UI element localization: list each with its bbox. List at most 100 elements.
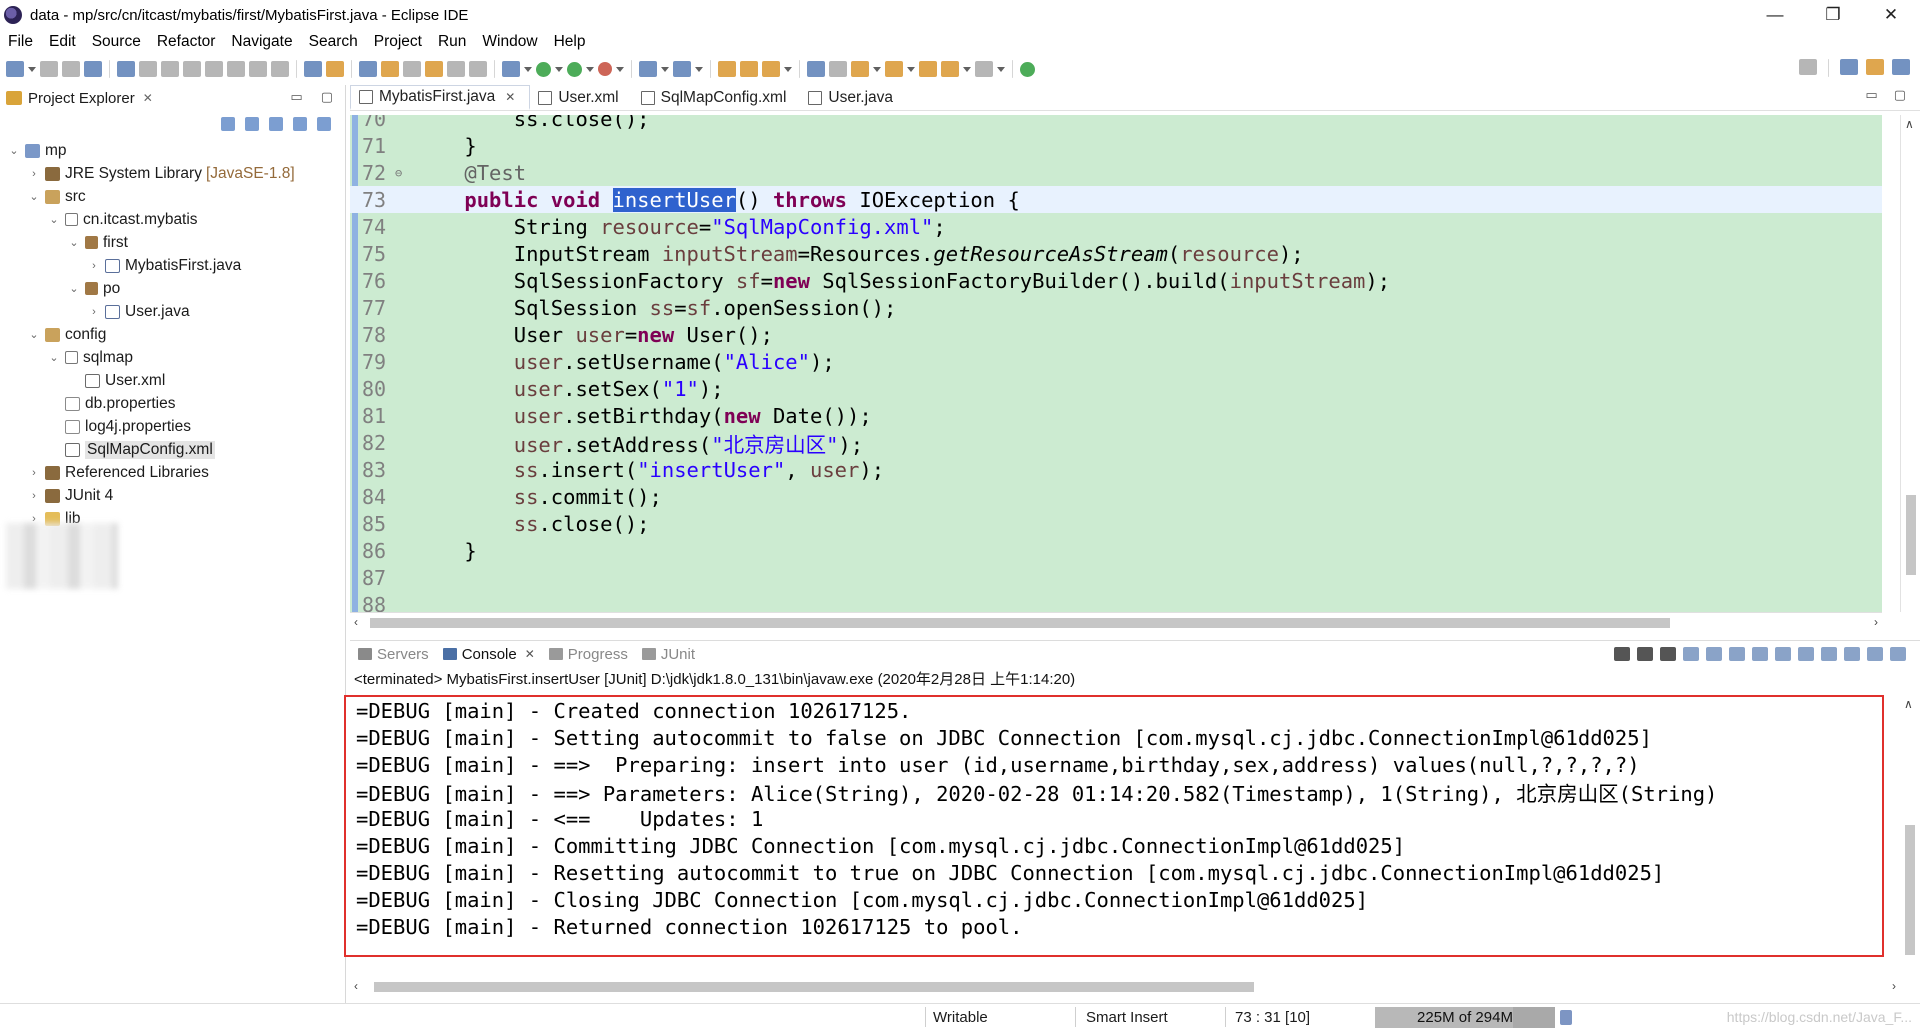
tree-item[interactable]: › JUnit 4 [0,484,345,507]
console-tab[interactable]: Servers [354,646,439,663]
next-annotation-icon[interactable] [851,61,869,77]
view-menu-icon[interactable] [317,117,331,131]
menu-source[interactable]: Source [84,33,149,51]
code-line[interactable]: 88 [350,591,1882,613]
code-line[interactable]: 72 ⊖ @Test [350,159,1882,186]
chevron-down-icon[interactable]: ⌄ [28,328,40,341]
show-whitespace-icon[interactable] [447,61,465,77]
remove-all-icon[interactable] [1660,647,1676,661]
code-line[interactable]: 86 } [350,537,1882,564]
chevron-down-icon[interactable]: ⌄ [48,213,60,226]
save-all-icon[interactable] [62,61,80,77]
console-horizontal-scrollbar[interactable]: ‹ › [350,977,1900,997]
console-output[interactable]: =DEBUG [main] - Created connection 10261… [344,695,1884,957]
chevron-right-icon[interactable]: › [28,168,40,180]
menu-help[interactable]: Help [546,33,594,51]
chevron-down-icon[interactable] [28,66,36,72]
clear-console-icon[interactable] [1683,647,1699,661]
word-wrap-icon[interactable] [1729,647,1745,661]
chevron-down-icon[interactable]: ⌄ [8,144,20,157]
mark-occurrences-icon[interactable] [381,61,399,77]
scroll-right-icon[interactable]: › [1874,615,1878,629]
chevron-down-icon[interactable] [586,66,594,72]
scroll-left-icon[interactable]: ‹ [354,979,358,993]
tree-item[interactable]: › JRE System Library [JavaSE-1.8] [0,162,345,185]
console-tab[interactable]: Console ✕ [439,646,545,663]
minimize-button[interactable]: — [1746,0,1804,30]
fold-toggle-icon[interactable]: ⊖ [395,166,407,180]
scroll-right-icon[interactable]: › [1892,979,1896,993]
search-icon[interactable] [1799,59,1817,75]
console-tab[interactable]: JUnit [638,646,705,663]
tree-item[interactable]: SqlMapConfig.xml [0,438,345,461]
open-type-icon[interactable] [718,61,736,77]
close-icon[interactable]: ✕ [143,91,153,105]
chevron-down-icon[interactable] [907,66,915,72]
close-icon[interactable]: ✕ [525,647,535,661]
step-into-icon[interactable] [227,61,245,77]
editor-tab[interactable]: SqlMapConfig.xml [633,85,801,110]
scroll-thumb[interactable] [1906,495,1916,575]
tree-item[interactable]: ⌄ po [0,277,345,300]
menu-search[interactable]: Search [301,33,366,51]
code-line[interactable]: 75 InputStream inputStream=Resources.get… [350,240,1882,267]
chevron-down-icon[interactable] [873,66,881,72]
open-console-icon[interactable] [1844,647,1860,661]
show-on-stdout-icon[interactable] [1752,647,1768,661]
close-button[interactable]: ✕ [1862,0,1920,30]
step-over-icon[interactable] [249,61,267,77]
menu-window[interactable]: Window [474,33,545,51]
code-line[interactable]: 81 user.setBirthday(new Date()); [350,402,1882,429]
tree-item[interactable]: › Referenced Libraries [0,461,345,484]
maximize-view-icon[interactable]: ▢ [321,89,333,105]
menu-project[interactable]: Project [366,33,430,51]
link-editor-icon[interactable] [245,117,259,131]
tree-item[interactable]: ⌄ first [0,231,345,254]
code-line[interactable]: 83 ss.insert("insertUser", user); [350,456,1882,483]
step-return-icon[interactable] [271,61,289,77]
chevron-down-icon[interactable]: ⌄ [48,351,60,364]
pin-console-icon[interactable] [1798,647,1814,661]
code-line[interactable]: 76 SqlSessionFactory sf=new SqlSessionFa… [350,267,1882,294]
remove-launch-icon[interactable] [1637,647,1653,661]
chevron-right-icon[interactable]: › [88,306,100,318]
code-line[interactable]: 82 user.setAddress("北京房山区"); [350,429,1882,457]
chevron-down-icon[interactable]: ⌄ [28,190,40,203]
scroll-up-icon[interactable]: ∧ [1904,697,1913,711]
show-on-stderr-icon[interactable] [1775,647,1791,661]
minimize-view-icon[interactable]: ▭ [290,89,302,105]
restore-button[interactable]: ❐ [1804,0,1862,30]
chevron-down-icon[interactable] [524,66,532,72]
external-tools-icon[interactable] [598,62,612,76]
code-line[interactable]: 79 user.setUsername("Alice"); [350,348,1882,375]
annotation-icon[interactable] [829,61,847,77]
garbage-collect-icon[interactable] [1560,1010,1572,1025]
tree-item[interactable]: ⌄ src [0,185,345,208]
menu-run[interactable]: Run [430,33,474,51]
editor-horizontal-scrollbar[interactable]: ‹ › [350,612,1882,632]
word-wrap-icon[interactable] [425,61,443,77]
tree-item[interactable]: log4j.properties [0,415,345,438]
code-area[interactable]: 70 ss.close(); 71 } 72 ⊖ @Test 73 public voi… [350,115,1882,612]
code-line[interactable]: 73 public void insertUser() throws IOExc… [350,186,1882,213]
chevron-down-icon[interactable]: ⌄ [68,282,80,295]
terminate-icon[interactable] [1614,647,1630,661]
open-resource-icon[interactable] [740,61,758,77]
code-line[interactable]: 87 [350,564,1882,591]
java-perspective-icon[interactable] [1892,59,1910,75]
resume-icon[interactable] [139,61,157,77]
chevron-right-icon[interactable]: › [28,490,40,502]
coverage-icon[interactable] [567,61,582,77]
chevron-down-icon[interactable] [963,66,971,72]
code-line[interactable]: 84 ss.commit(); [350,483,1882,510]
code-line[interactable]: 71 } [350,132,1882,159]
chevron-down-icon[interactable]: ⌄ [68,236,80,249]
focus-icon[interactable] [293,117,307,131]
chevron-right-icon[interactable]: › [28,467,40,479]
close-icon[interactable]: ✕ [505,90,515,104]
maximize-view-icon[interactable] [1890,647,1906,661]
scroll-lock-icon[interactable] [1706,647,1722,661]
skip-breakpoints-icon[interactable] [117,61,135,77]
minimize-view-icon[interactable] [1867,647,1883,661]
code-line[interactable]: 78 User user=new User(); [350,321,1882,348]
